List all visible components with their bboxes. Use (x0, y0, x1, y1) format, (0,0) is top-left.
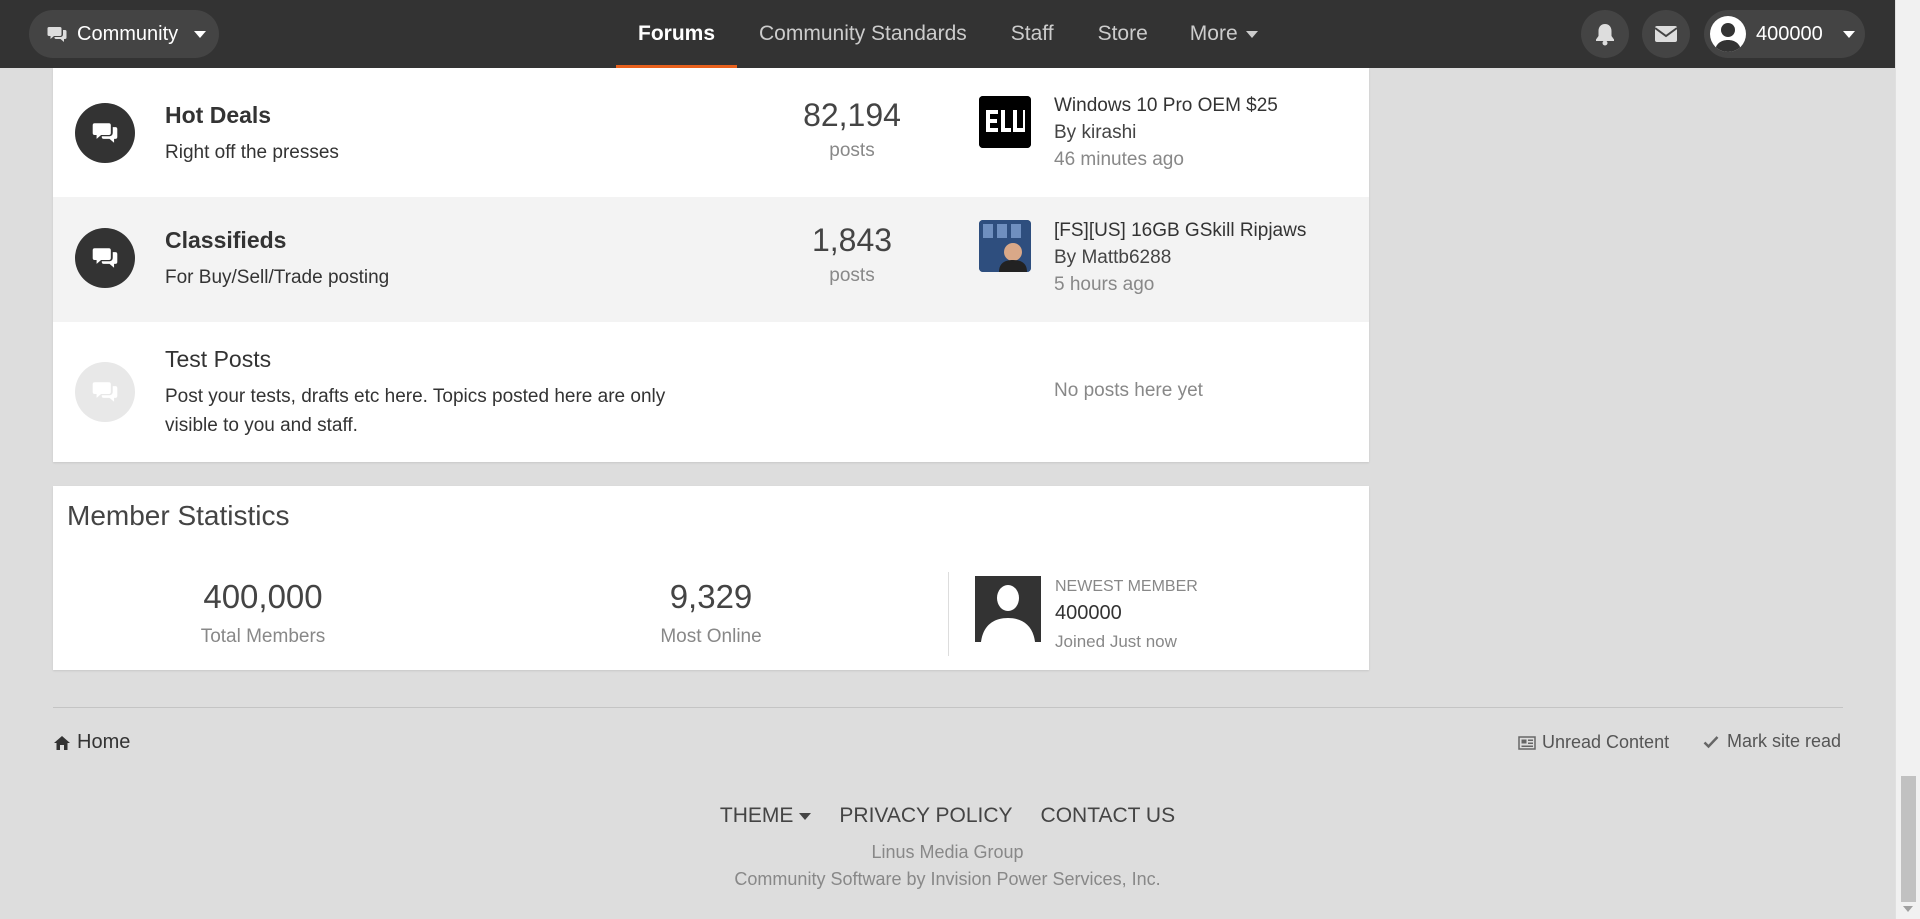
software-credit-text[interactable]: Community Software by Invision Power Ser… (0, 869, 1895, 890)
by-prefix: By (1054, 247, 1077, 268)
nav-more[interactable]: More (1170, 0, 1280, 68)
last-post-author[interactable]: Mattb6288 (1081, 247, 1171, 268)
by-prefix: By (1054, 122, 1077, 143)
nav-staff[interactable]: Staff (989, 0, 1076, 68)
community-label: Community (77, 22, 179, 45)
user-avatar (1710, 16, 1746, 52)
nav-forums-label: Forums (638, 22, 716, 45)
nav-forums[interactable]: Forums (616, 0, 738, 68)
check-icon (1703, 735, 1719, 748)
forum-description: Right off the presses (165, 142, 339, 163)
notifications-button[interactable] (1581, 10, 1629, 58)
chevron-down-icon (194, 30, 207, 38)
footer-divider (53, 707, 1843, 708)
newest-member-label: Newest Member (1055, 578, 1198, 595)
top-navigation-bar: Community Forums Community Standards Sta… (0, 0, 1895, 68)
forum-row-classifieds: Classifieds For Buy/Sell/Trade posting 1… (53, 197, 1369, 322)
chevron-down-icon (1842, 30, 1855, 38)
forum-row-hot-deals: Hot Deals Right off the presses 82,194 p… (53, 68, 1369, 197)
mark-site-read-label: Mark site read (1727, 731, 1842, 751)
messages-button[interactable] (1642, 10, 1690, 58)
envelope-icon (1654, 26, 1678, 42)
last-post-time: 46 minutes ago (1054, 149, 1184, 170)
total-members-label: Total Members (200, 626, 326, 647)
scrollbar-thumb[interactable] (1901, 776, 1916, 902)
comments-icon (92, 248, 118, 268)
newest-member-name[interactable]: 400000 (1055, 602, 1122, 625)
newest-member-avatar[interactable] (975, 576, 1041, 642)
total-members-count: 400,000 (203, 578, 323, 615)
last-post-time: 5 hours ago (1054, 274, 1155, 295)
posts-count: 1,843 (811, 222, 893, 258)
last-post-title[interactable]: Windows 10 Pro OEM $25 (1054, 95, 1324, 117)
community-menu-button[interactable]: Community (29, 10, 219, 58)
forum-description: For Buy/Sell/Trade posting (165, 267, 390, 288)
comments-icon (47, 26, 67, 42)
theme-label: THEME (719, 804, 794, 827)
member-statistics-panel: Member Statistics 400,000 Total Members … (53, 486, 1369, 670)
forum-title[interactable]: Hot Deals (165, 102, 271, 129)
theme-menu-link[interactable]: THEME (720, 804, 812, 828)
stats-divider (948, 572, 949, 656)
forum-description: Post your tests, drafts etc here. Topics… (165, 386, 666, 436)
most-online-count: 9,329 (669, 578, 753, 615)
last-post-author[interactable]: kirashi (1081, 122, 1136, 143)
ltt-logo-icon (979, 96, 1031, 148)
forum-title[interactable]: Test Posts (165, 346, 271, 373)
comments-icon (92, 123, 118, 143)
newspaper-icon (1518, 735, 1536, 750)
bell-icon (1596, 24, 1614, 46)
nav-store-label: Store (1097, 22, 1148, 45)
nav-staff-label: Staff (1010, 22, 1054, 45)
main-nav: Forums Community Standards Staff Store M… (616, 0, 1280, 68)
username-label: 400000 (1756, 22, 1823, 45)
member-statistics-title: Member Statistics (67, 500, 290, 531)
forum-list: Hot Deals Right off the presses 82,194 p… (53, 68, 1369, 462)
scroll-down-arrow-icon[interactable] (1903, 906, 1913, 912)
nav-community-standards-label: Community Standards (759, 22, 967, 45)
newest-member-joined: Joined Just now (1055, 632, 1177, 651)
home-icon (54, 735, 70, 750)
forum-row-test-posts: Test Posts Post your tests, drafts etc h… (53, 322, 1369, 462)
comments-icon (92, 382, 118, 402)
home-breadcrumb-link[interactable]: Home (53, 731, 130, 754)
privacy-policy-link[interactable]: PRIVACY POLICY (839, 804, 1012, 828)
user-menu-button[interactable]: 400000 (1704, 10, 1865, 58)
forum-read-icon[interactable] (75, 362, 135, 422)
copyright-text: Linus Media Group (871, 842, 1024, 862)
posts-count: 82,194 (803, 97, 901, 133)
nav-more-label: More (1189, 22, 1238, 45)
last-post-byline: By Mattb6288 (1054, 247, 1171, 269)
last-poster-avatar[interactable] (979, 220, 1031, 272)
home-label: Home (77, 731, 131, 753)
contact-us-link[interactable]: CONTACT US (1041, 804, 1176, 828)
unread-content-label: Unread Content (1542, 732, 1670, 752)
user-silhouette-icon (1715, 23, 1741, 52)
most-online-label: Most Online (660, 626, 762, 647)
no-posts-text: No posts here yet (1054, 380, 1203, 401)
posts-label: posts (829, 265, 875, 286)
footer-links: THEME PRIVACY POLICY CONTACT US (0, 804, 1895, 828)
last-post-title[interactable]: [FS][US] 16GB GSkill Ripjaws (1054, 220, 1324, 242)
forum-title[interactable]: Classifieds (165, 227, 286, 254)
forum-unread-icon[interactable] (75, 228, 135, 288)
nav-community-standards[interactable]: Community Standards (737, 0, 989, 68)
vertical-scrollbar[interactable] (1895, 0, 1920, 919)
user-photo-icon (979, 220, 1031, 272)
chevron-down-icon (799, 812, 812, 820)
last-poster-avatar[interactable] (979, 96, 1031, 148)
unread-content-link[interactable]: Unread Content (1518, 732, 1669, 753)
last-post-byline: By kirashi (1054, 122, 1136, 144)
nav-store[interactable]: Store (1076, 0, 1170, 68)
posts-label: posts (829, 140, 875, 161)
mark-site-read-link[interactable]: Mark site read (1703, 731, 1841, 752)
forum-unread-icon[interactable] (75, 103, 135, 163)
chevron-down-icon (1245, 30, 1258, 38)
user-silhouette-icon (975, 576, 1041, 642)
